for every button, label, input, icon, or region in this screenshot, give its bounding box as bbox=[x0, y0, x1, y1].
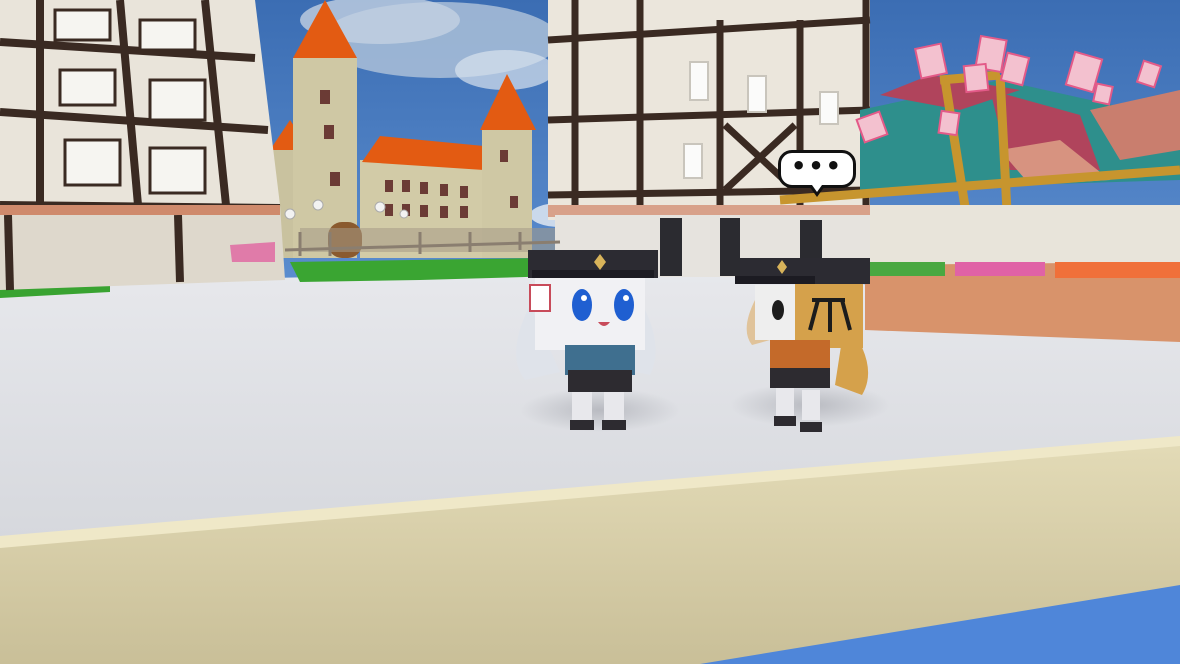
typing-indicator-dots: ••• bbox=[790, 152, 844, 180]
center-building bbox=[547, 0, 871, 277]
game-viewport[interactable] bbox=[0, 0, 1180, 664]
character-shadow bbox=[520, 388, 680, 432]
chat-speech-bubble: ••• bbox=[778, 150, 856, 197]
left-building bbox=[0, 0, 285, 291]
